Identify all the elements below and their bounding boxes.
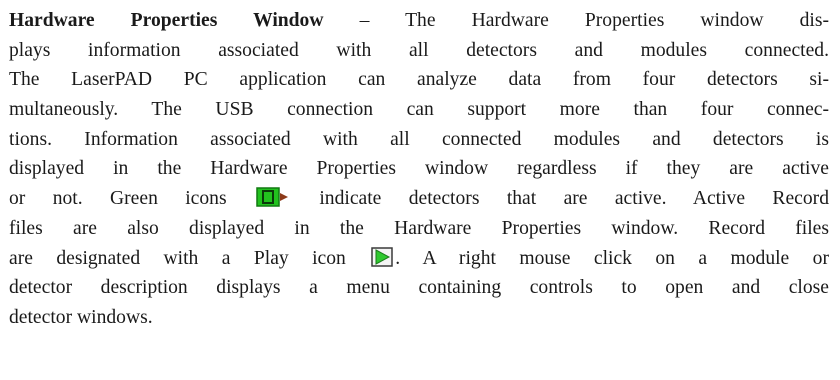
active-detector-icon bbox=[256, 187, 290, 217]
line-7-before: or not. Green icons bbox=[9, 188, 227, 210]
line-9-before: are designated with a Play icon bbox=[9, 247, 346, 269]
line-9-after: . A right mouse click on a module or bbox=[395, 247, 829, 269]
paragraph-line-10: detector description displays a menu con… bbox=[9, 277, 829, 299]
paragraph-line-9: are designated with a Play icon . A righ… bbox=[9, 244, 829, 274]
paragraph-line-4: multaneously. The USB connection can sup… bbox=[9, 99, 829, 121]
line-1-text: – The Hardware Properties window dis- bbox=[359, 10, 829, 31]
hardware-properties-paragraph: Hardware Properties Window – The Hardwar… bbox=[9, 6, 829, 333]
paragraph-line-6: displayed in the Hardware Properties win… bbox=[9, 158, 829, 180]
paragraph-line-7: or not. Green icons indicate detectors t… bbox=[9, 184, 829, 214]
paragraph-line-3: The LaserPAD PC application can analyze … bbox=[9, 69, 829, 91]
paragraph-line-8: files are also displayed in the Hardware… bbox=[9, 217, 829, 239]
paragraph-line-1: Hardware Properties Window – The Hardwar… bbox=[9, 6, 829, 36]
line-7-after: indicate detectors that are active. Acti… bbox=[319, 188, 829, 210]
paragraph-line-11: detector windows. bbox=[9, 306, 153, 328]
section-heading: Hardware Properties Window bbox=[9, 10, 324, 31]
play-icon bbox=[371, 246, 393, 277]
paragraph-line-5: tions. Information associated with all c… bbox=[9, 128, 829, 150]
paragraph-line-2: plays information associated with all de… bbox=[9, 39, 829, 61]
